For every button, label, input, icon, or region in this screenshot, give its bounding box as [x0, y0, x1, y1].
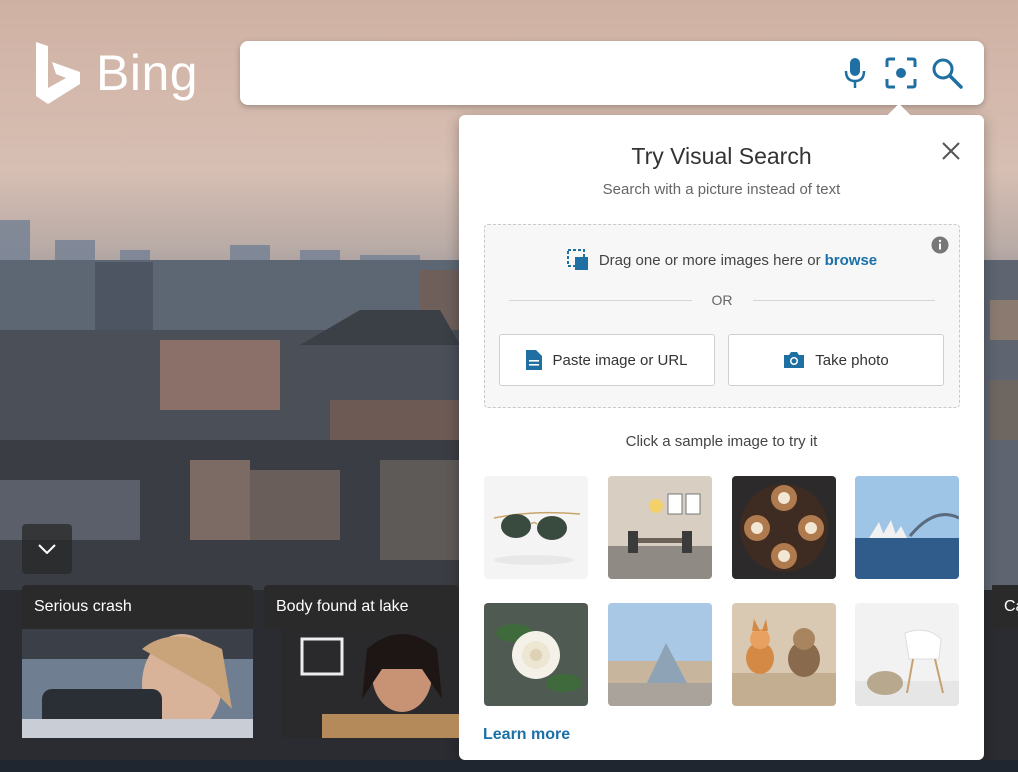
panel-title: Try Visual Search: [631, 143, 812, 169]
info-icon: [931, 236, 949, 254]
sample-image-rose[interactable]: [484, 603, 588, 706]
or-divider: OR: [509, 292, 935, 308]
drag-text: Drag one or more images here or: [598, 251, 821, 269]
bing-wordmark: Bing: [96, 45, 199, 101]
learn-more-link[interactable]: Learn more: [483, 726, 570, 744]
taskbar: [0, 760, 1018, 772]
chevron-down-icon: [38, 544, 56, 554]
photo-label: Take photo: [815, 351, 889, 369]
news-card[interactable]: Body found at lake: [264, 585, 459, 738]
search-input[interactable]: [260, 55, 824, 93]
bing-logo[interactable]: Bing: [34, 40, 198, 106]
search-icon: [932, 58, 963, 89]
sample-image-dining-room[interactable]: [608, 476, 712, 579]
info-button[interactable]: [931, 236, 949, 259]
news-image: [22, 629, 253, 738]
news-card[interactable]: Ca: [992, 585, 1018, 738]
drag-prompt: Drag one or more images here or browse: [485, 249, 959, 271]
sample-image-dogs[interactable]: [732, 603, 836, 706]
image-dropzone[interactable]: Drag one or more images here or browse OR…: [484, 224, 960, 408]
drag-image-icon: [566, 249, 588, 270]
visual-search-icon: [885, 57, 917, 89]
news-caption: Body found at lake: [264, 585, 459, 629]
sample-label: Click a sample image to try it: [625, 433, 818, 450]
close-icon: [942, 142, 960, 160]
microphone-button[interactable]: [837, 55, 873, 91]
microphone-icon: [844, 58, 866, 88]
sample-image-latte-art[interactable]: [732, 476, 836, 579]
visual-search-panel: Try Visual Search Search with a picture …: [459, 103, 984, 760]
sample-image-sunglasses[interactable]: [484, 476, 588, 579]
sample-image-chair[interactable]: [855, 603, 959, 706]
browse-link[interactable]: browse: [825, 252, 878, 269]
or-label: OR: [711, 292, 733, 308]
news-card[interactable]: Serious crash: [22, 585, 253, 738]
paste-label: Paste image or URL: [552, 351, 688, 369]
take-photo-button[interactable]: Take photo: [728, 334, 944, 386]
search-button[interactable]: [929, 55, 965, 91]
camera-icon: [784, 352, 805, 368]
document-icon: [526, 350, 543, 370]
panel-subtitle: Search with a picture instead of text: [602, 181, 841, 198]
news-caption: Ca: [992, 585, 1018, 629]
sample-image-louvre[interactable]: [608, 603, 712, 706]
news-image: [282, 629, 459, 738]
sample-image-opera-house[interactable]: [855, 476, 959, 579]
collapse-button[interactable]: [22, 524, 72, 574]
visual-search-button[interactable]: [883, 55, 919, 91]
bing-logo-icon: [36, 42, 80, 104]
news-caption: Serious crash: [22, 585, 253, 629]
close-button[interactable]: [939, 139, 963, 163]
search-box: [240, 41, 984, 105]
paste-image-button[interactable]: Paste image or URL: [499, 334, 715, 386]
